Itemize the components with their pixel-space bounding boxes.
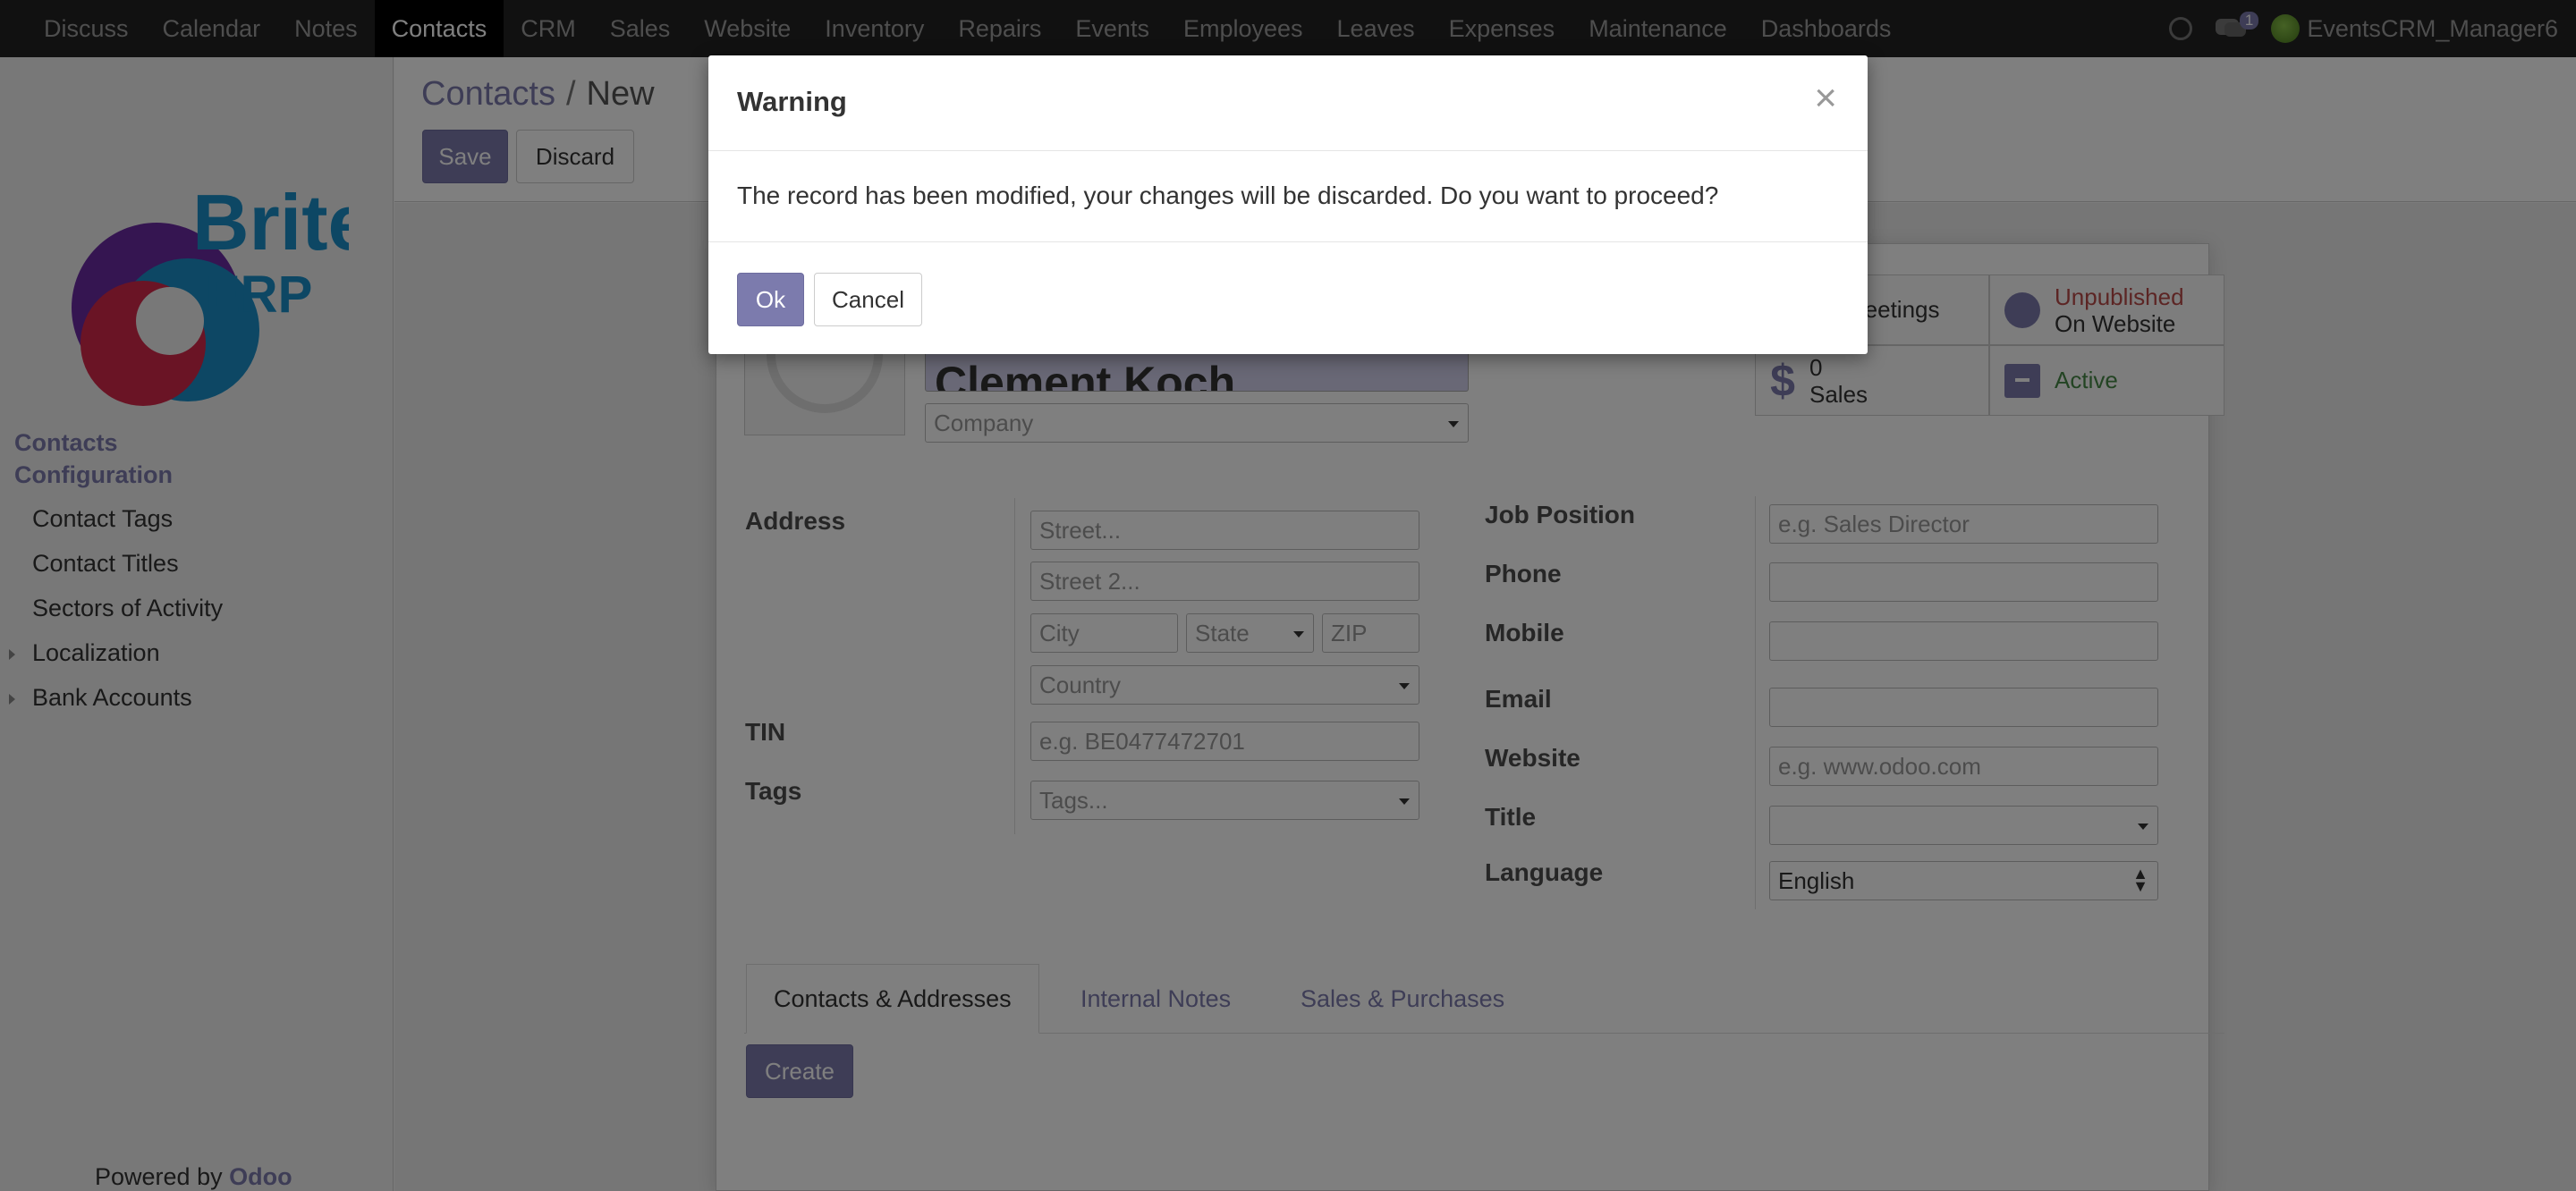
modal-message: The record has been modified, your chang…: [737, 182, 1719, 209]
modal-header: Warning ×: [708, 55, 1868, 151]
modal-title: Warning: [737, 86, 847, 117]
warning-dialog: Warning × The record has been modified, …: [708, 55, 1868, 354]
ok-button[interactable]: Ok: [737, 273, 804, 326]
modal-body: The record has been modified, your chang…: [708, 151, 1868, 242]
close-icon[interactable]: ×: [1814, 79, 1837, 118]
cancel-button[interactable]: Cancel: [814, 273, 922, 326]
